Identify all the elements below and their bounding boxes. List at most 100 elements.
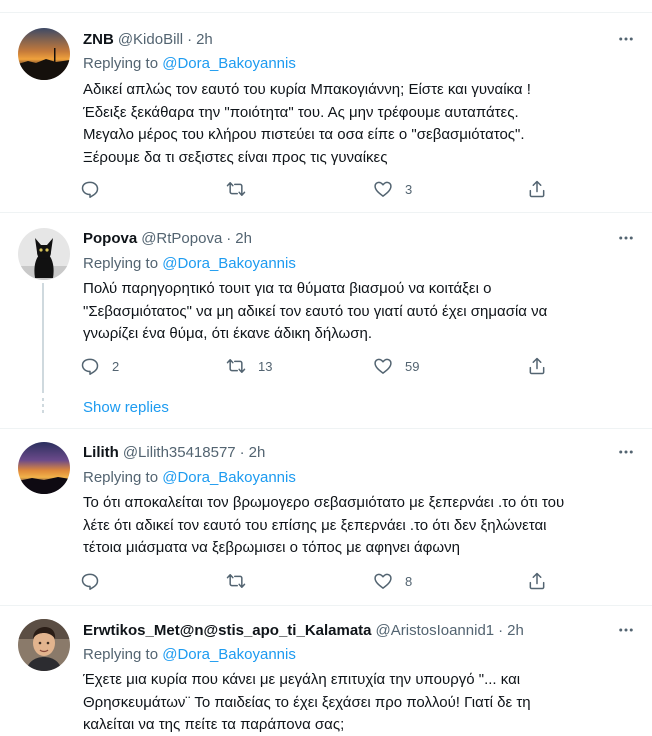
display-name[interactable]: Popova — [83, 230, 137, 247]
tweet-text-line: γνωρίζει ένα θύμα, ότι έκανε άδικη δήλωσ… — [83, 325, 372, 342]
user-handle[interactable]: @Lilith35418577 — [123, 444, 236, 461]
tweet-header: Popova @RtPopova · 2h — [83, 228, 252, 248]
more-button[interactable] — [614, 228, 638, 248]
replying-to-label: Replying to — [83, 469, 159, 486]
like-icon — [374, 573, 392, 589]
separator-dot: · — [187, 30, 193, 48]
tweet-text-line: Θρησκευμάτων¨ Το παιδείας το έχει ξεχάσε… — [83, 693, 531, 711]
reply-icon — [81, 181, 99, 198]
mention-link[interactable]: @Dora_Bakoyannis — [162, 646, 296, 663]
tweet-erwtikos[interactable]: Erwtikos_Met@n@stis_apo_ti_Kalamata @Ari… — [0, 606, 652, 736]
reply-button[interactable] — [80, 177, 112, 201]
retweet-button[interactable] — [226, 569, 258, 593]
like-button[interactable]: 8 — [373, 569, 412, 593]
show-replies-link[interactable]: Show replies — [83, 399, 169, 416]
share-button[interactable] — [527, 569, 547, 593]
reply-count: 2 — [112, 358, 120, 374]
timestamp[interactable]: 2h — [235, 230, 252, 247]
more-icon — [619, 236, 633, 240]
tweet-header: Lilith @Lilith35418577 · 2h — [83, 442, 265, 462]
retweet-button[interactable] — [226, 177, 258, 201]
avatar[interactable] — [18, 619, 70, 671]
like-icon — [374, 181, 392, 197]
reply-icon — [81, 358, 99, 375]
tweet-text-line: Το ότι αποκαλείται τον βρωμογερο σεβασμι… — [83, 494, 565, 511]
tweet-znb[interactable]: ZNB @KidoBill · 2h Replying to @Dora_Bak… — [0, 13, 652, 213]
retweet-icon — [226, 182, 246, 196]
timestamp[interactable]: 2h — [507, 622, 524, 639]
replying-to: Replying to @Dora_Bakoyannis — [83, 646, 296, 663]
separator-dot: · — [239, 443, 245, 461]
mention-link[interactable]: @Dora_Bakoyannis — [162, 255, 296, 272]
reply-icon — [81, 573, 99, 590]
timestamp[interactable]: 2h — [196, 31, 213, 48]
thread-line — [42, 283, 44, 393]
user-handle[interactable]: @AristosIoannid1 — [376, 622, 495, 639]
tweet-text-line: Έχετε μια κυρία που κάνει με μεγάλη επιτ… — [83, 671, 521, 688]
tweet-text-line: "Σεβασμιότατος" να μη αδικεί τον εαυτό τ… — [83, 302, 548, 320]
thread-dots — [42, 398, 44, 416]
replying-to: Replying to @Dora_Bakoyannis — [83, 255, 296, 272]
like-count: 8 — [405, 573, 413, 589]
tweet-text-line: Αδικεί απλώς τον εαυτό του κυρία Μπακογι… — [83, 81, 531, 98]
share-button[interactable] — [527, 177, 547, 201]
retweet-count: 13 — [258, 358, 273, 374]
like-count: 59 — [405, 358, 420, 374]
avatar[interactable] — [18, 228, 70, 280]
share-button[interactable] — [527, 354, 547, 378]
reply-button[interactable]: 2 — [80, 354, 119, 378]
timestamp[interactable]: 2h — [249, 444, 266, 461]
separator-dot: · — [226, 229, 232, 247]
more-icon — [619, 628, 633, 632]
like-icon — [374, 358, 392, 374]
share-icon — [529, 357, 545, 375]
display-name[interactable]: Erwtikos_Met@n@stis_apo_ti_Kalamata — [83, 622, 372, 639]
more-button[interactable] — [614, 29, 638, 49]
retweet-icon — [226, 574, 246, 588]
like-count: 3 — [405, 181, 413, 197]
avatar[interactable] — [18, 28, 70, 80]
action-bar: 8 — [80, 569, 560, 593]
like-button[interactable]: 3 — [373, 177, 412, 201]
tweet-text-line: τέτοια μιάσματα να ξεβρωμισει ο τόπος με… — [83, 539, 460, 556]
tweet-text: Έχετε μια κυρία που κάνει με μεγάλη επιτ… — [83, 669, 638, 736]
mention-link[interactable]: @Dora_Bakoyannis — [162, 469, 296, 486]
tweet-text-line: Έδειξε ξεκάθαρα την "ποιότητα" του. Ας μ… — [83, 103, 519, 121]
retweet-button[interactable]: 13 — [226, 354, 272, 378]
more-icon — [619, 450, 633, 454]
action-bar: 3 — [80, 177, 560, 201]
replying-to-label: Replying to — [83, 55, 159, 72]
tweet-text: Πολύ παρηγορητικό τουιτ για τα θύματα βι… — [83, 278, 638, 346]
user-handle[interactable]: @KidoBill — [118, 31, 183, 48]
more-button[interactable] — [614, 442, 638, 462]
tweet-text-line: λέτε ότι αδικεί τον εαυτό του επίσης με … — [83, 516, 547, 534]
tweet-header: ZNB @KidoBill · 2h — [83, 29, 213, 49]
replying-to-label: Replying to — [83, 255, 159, 272]
tweet-popova[interactable]: Popova @RtPopova · 2h Replying to @Dora_… — [0, 213, 652, 429]
separator-dot: · — [498, 621, 504, 639]
display-name[interactable]: Lilith — [83, 444, 119, 461]
display-name[interactable]: ZNB — [83, 31, 114, 48]
share-icon — [529, 180, 545, 198]
reply-button[interactable] — [80, 569, 112, 593]
tweet-text-line: καλείται να της πείτε τα παράπονα σας; — [83, 716, 345, 733]
action-bar: 2 13 59 — [80, 354, 560, 378]
tweet-lilith[interactable]: Lilith @Lilith35418577 · 2h Replying to … — [0, 429, 652, 606]
more-button[interactable] — [614, 620, 638, 640]
tweet-text-line: Μεγαλο μέρος του κλήρου πιστεύει τα οσα … — [83, 126, 525, 143]
tweet-text: Το ότι αποκαλείται τον βρωμογερο σεβασμι… — [83, 492, 638, 560]
replying-to: Replying to @Dora_Bakoyannis — [83, 55, 296, 72]
more-icon — [619, 37, 633, 41]
replying-to: Replying to @Dora_Bakoyannis — [83, 469, 296, 486]
tweet-text-line: Ξέρουμε δα τι σεξιστες είναι προς τις γυ… — [83, 148, 388, 166]
tweet-text-line: Πολύ παρηγορητικό τουιτ για τα θύματα βι… — [83, 280, 492, 297]
tweet-text: Αδικεί απλώς τον εαυτό του κυρία Μπακογι… — [83, 79, 638, 169]
replying-to-label: Replying to — [83, 646, 159, 663]
share-icon — [529, 572, 545, 590]
avatar[interactable] — [18, 442, 70, 494]
retweet-icon — [226, 359, 246, 373]
mention-link[interactable]: @Dora_Bakoyannis — [162, 55, 296, 72]
like-button[interactable]: 59 — [373, 354, 419, 378]
tweet-header: Erwtikos_Met@n@stis_apo_ti_Kalamata @Ari… — [83, 620, 524, 640]
user-handle[interactable]: @RtPopova — [141, 230, 222, 247]
